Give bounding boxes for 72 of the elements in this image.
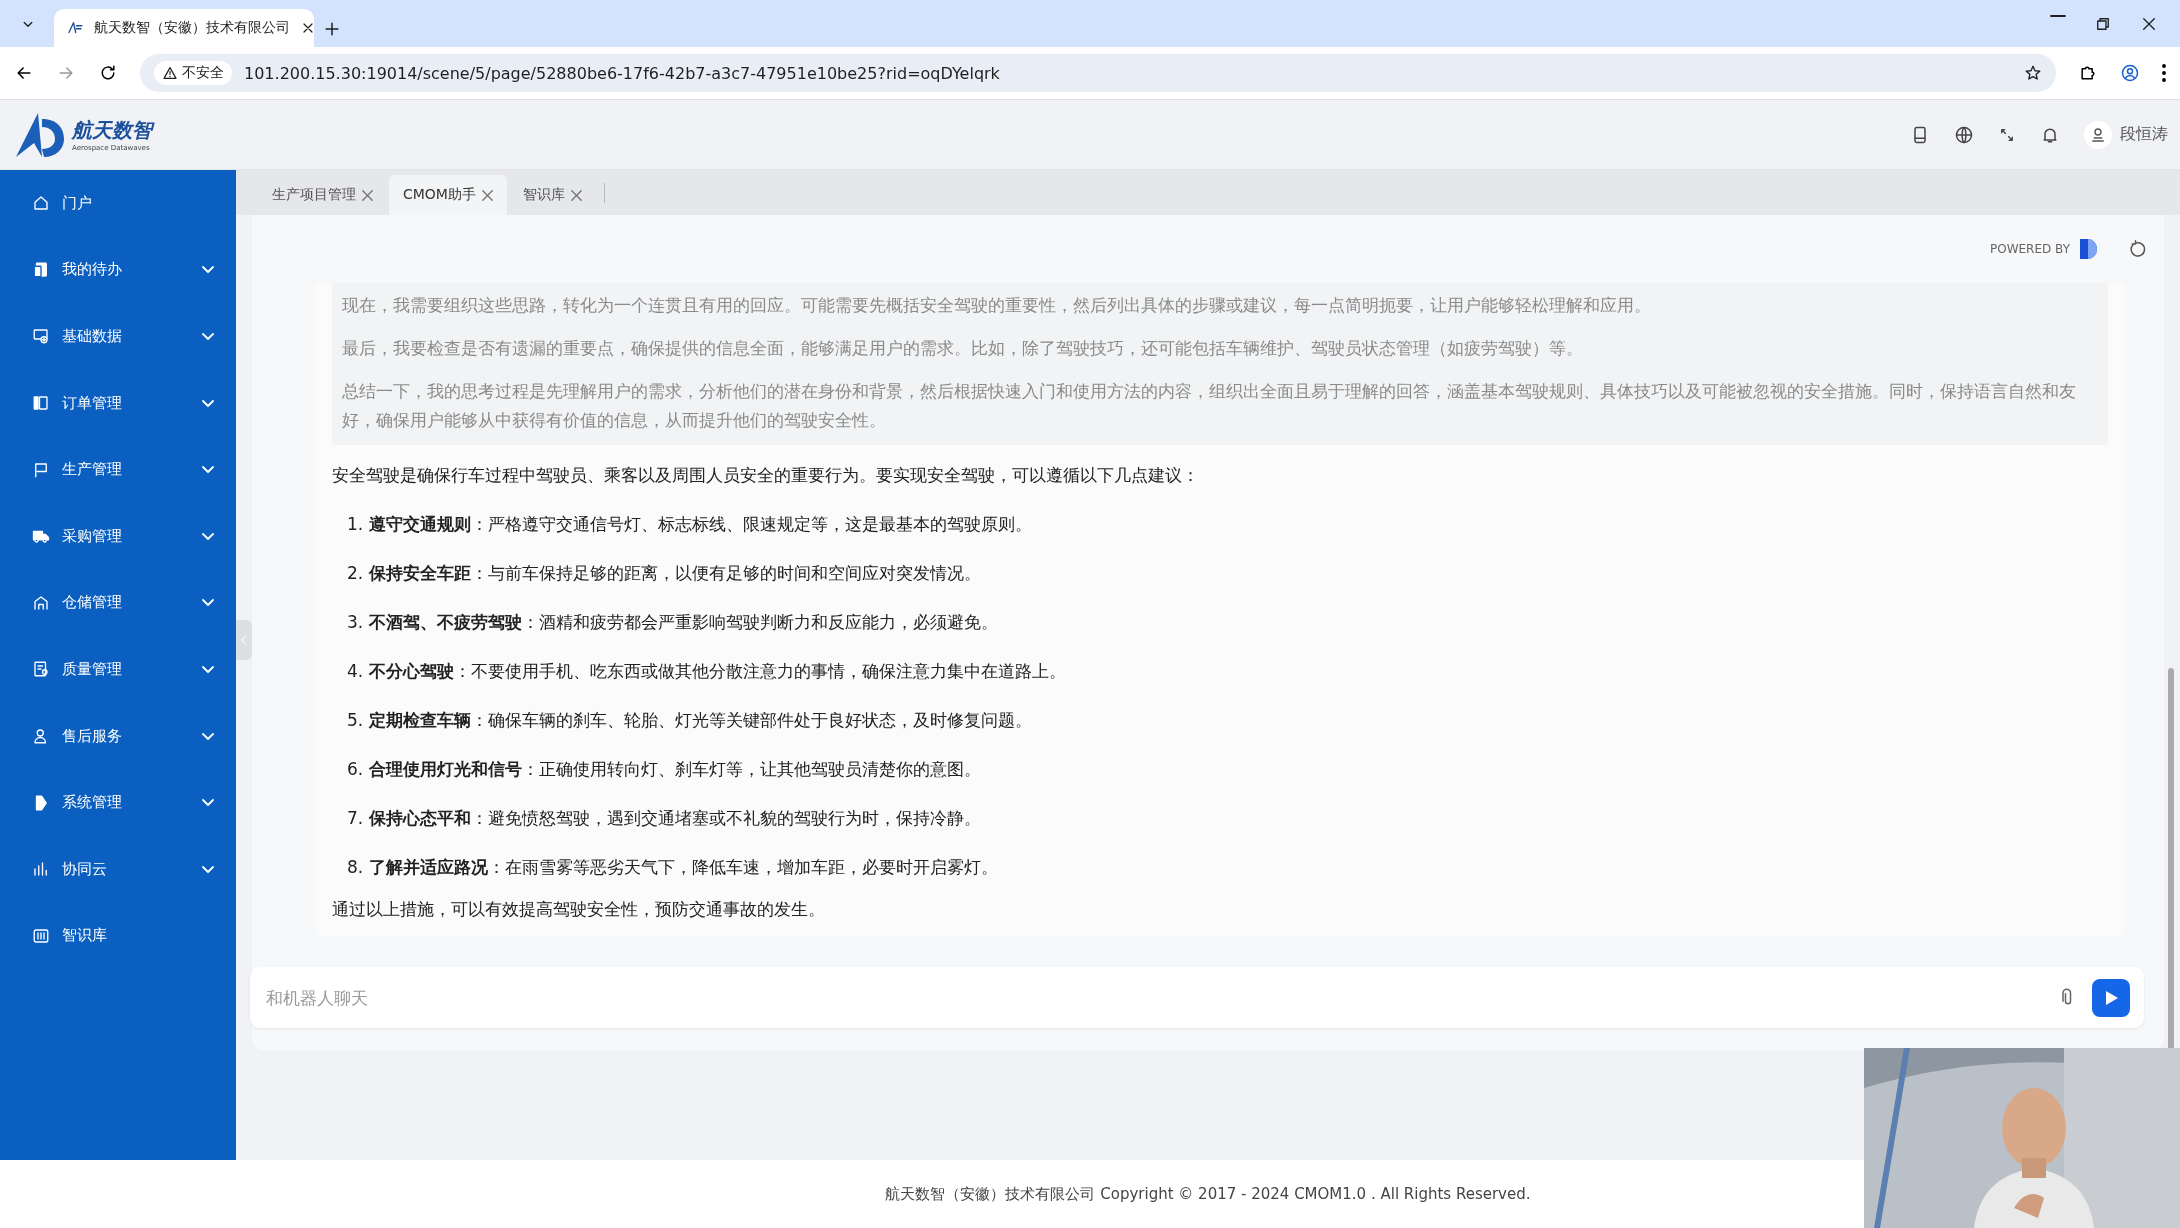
chevron-down-icon	[202, 399, 214, 407]
list-item: 8. 了解并适应路况：在雨雪雾等恶劣天气下，降低车速，增加车距，必要时开启雾灯。	[347, 856, 999, 879]
list-item: 1. 遵守交通规则：严格遵守交通信号灯、标志标线、限速规定等，这是最基本的驾驶原则。	[347, 513, 1033, 536]
minimize-icon	[2050, 14, 2066, 17]
close-icon	[362, 189, 373, 201]
message-field[interactable]: 和机器人聊天	[264, 986, 2044, 1009]
chevron-down-icon	[202, 466, 214, 474]
chevron-down-icon	[202, 333, 214, 340]
browser-tab[interactable]: 航天数智（安徽）技术有限公司	[54, 9, 314, 47]
sidebar-item[interactable]: 采购管理	[0, 502, 236, 570]
sidebar-item[interactable]: 智识库	[0, 902, 236, 970]
chevron-down-icon	[202, 865, 214, 873]
send-button[interactable]	[2092, 978, 2130, 1017]
chevron-down-icon	[202, 532, 214, 540]
sidebar-item[interactable]: 系统管理	[0, 769, 236, 836]
list-item: 6. 合理使用灯光和信号：正确使用转向灯、刹车灯等，让其他驾驶员清楚你的意图。	[347, 758, 982, 781]
list-item: 3. 不酒驾、不疲劳驾驶：酒精和疲劳都会严重影响驾驶判断力和反应能力，必须避免。	[347, 611, 999, 634]
library-icon	[32, 926, 50, 945]
close-icon	[481, 189, 493, 201]
sidebar-item[interactable]: 协同云	[0, 835, 236, 903]
language-button[interactable]	[1954, 124, 1974, 145]
home-icon	[32, 194, 50, 213]
sidebar-item[interactable]: 仓储管理	[0, 569, 236, 637]
list-item: 4. 不分心驾驶：不要使用手机、吃东西或做其他分散注意力的事情，确保注意力集中在道路上。	[347, 660, 1067, 683]
user-menu[interactable]: 段恒涛	[2084, 120, 2168, 149]
page-tab[interactable]: 生产项目管理	[258, 175, 387, 215]
close-icon	[570, 189, 582, 201]
chevron-down-icon	[202, 599, 214, 607]
powered-by-label: POWERED BY	[1990, 242, 2070, 256]
warning-icon	[162, 65, 178, 81]
chat-input[interactable]: 和机器人聊天	[250, 967, 2144, 1028]
flag-icon	[32, 460, 50, 479]
brand-logo-icon	[2078, 238, 2098, 260]
sidebar-item[interactable]: 我的待办	[0, 236, 236, 304]
chevron-down-icon	[202, 799, 214, 807]
list-item: 2. 保持安全车距：与前车保持足够的距离，以便有足够的时间和空间应对突发情况。	[347, 562, 982, 585]
sidebar-item[interactable]: 订单管理	[0, 369, 236, 437]
report-icon	[32, 660, 50, 679]
user-icon	[2089, 125, 2107, 144]
answer-paragraph: 通过以上措施，可以有效提高驾驶安全性，预防交通事故的发生。	[332, 898, 826, 921]
star-icon	[2024, 64, 2042, 82]
refresh-button[interactable]	[2128, 239, 2148, 259]
profile-button[interactable]	[2120, 63, 2140, 83]
list-item: 5. 定期检查车辆：确保车辆的刹车、轮胎、灯光等关键部件处于良好状态，及时修复问题。	[347, 709, 1033, 732]
monitor-icon	[32, 327, 50, 346]
sidebar-item[interactable]: 门户	[0, 170, 236, 237]
list-item: 7. 保持心态平和：避免愤怒驾驶，遇到交通堵塞或不礼貌的驾驶行为时，保持冷静。	[347, 807, 982, 830]
chevron-down-icon	[202, 266, 214, 274]
url-text: 101.200.15.30:19014/scene/5/page/52880be6-17f6-42b7-a3c7-47951e10be25?rid=oqDYelqrk	[244, 63, 1001, 83]
bookmark-button[interactable]	[2024, 64, 2042, 82]
page-tab[interactable]: CMOM助手	[389, 175, 507, 215]
answer-paragraph: 安全驾驶是确保行车过程中驾驶员、乘客以及周围人员安全的重要行为。要实现安全驾驶，可以遵循以下几点建议：	[332, 464, 1200, 487]
thinking-paragraph: 最后，我要检查是否有遗漏的重要点，确保提供的信息全面，能够满足用户的需求。比如，除了驾驶技巧，还可能包括车辆维护、驾驶员状态管理（如疲劳驾驶）等。	[342, 338, 1584, 360]
clipboard-icon	[32, 394, 50, 413]
sidebar-item[interactable]: 生产管理	[0, 436, 236, 503]
thinking-paragraph: 现在，我需要组织这些思路，转化为一个连贯且有用的回应。可能需要先概括安全驾驶的重要性，然后列出具体的步骤或建议，每一点简明扼要，让用户能够轻松理解和应用。	[342, 295, 1652, 317]
chevron-down-icon	[202, 665, 214, 673]
document-icon	[32, 260, 50, 279]
thinking-paragraph: 总结一下，我的思考过程是先理解用户的需求，分析他们的潜在身份和背景，然后根据快速入门和使用方法的内容，组织出全面且易于理解的回答，涵盖基本驾驶规则、具体技巧以及可能被忽视的安全措施。同时，保持语言自然和友好，确保用户能够从中获得有价值的信息，从而提升他们的驾驶安全性。	[342, 381, 2077, 432]
sidebar-item[interactable]: 基础数据	[0, 303, 236, 370]
address-bar[interactable]: 不安全 101.200.15.30:19014/scene/5/page/52880be6-17f6-42b7-a3c7-47951e10be25?rid=oqDYelqrk	[140, 54, 2056, 92]
sidebar-item[interactable]: 售后服务	[0, 702, 236, 770]
menu-icon	[2162, 64, 2166, 82]
refresh-icon	[2128, 239, 2148, 259]
bar-chart-icon	[32, 860, 50, 879]
security-label: 不安全	[182, 64, 224, 82]
chevron-down-icon	[202, 732, 214, 740]
menu-button[interactable]	[2162, 64, 2166, 82]
sidebar-item[interactable]: 质量管理	[0, 636, 236, 703]
page-tab[interactable]: 智识库	[508, 175, 596, 215]
profile-icon	[2120, 63, 2140, 83]
globe-icon	[1954, 124, 1974, 145]
